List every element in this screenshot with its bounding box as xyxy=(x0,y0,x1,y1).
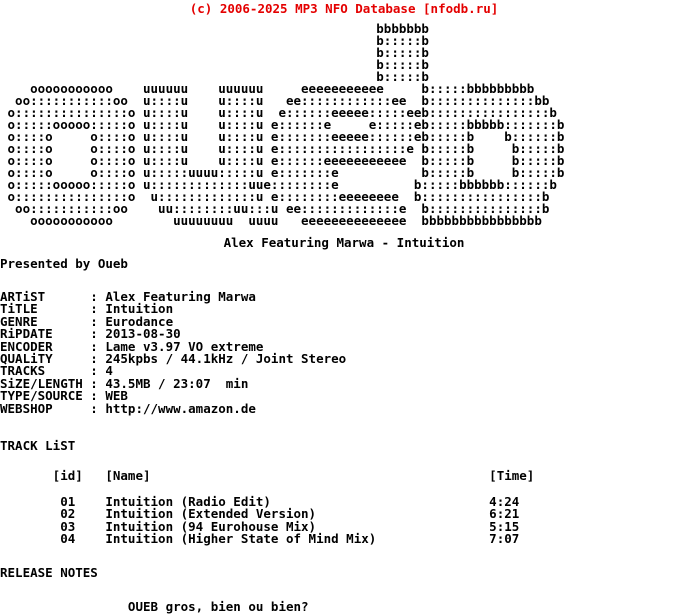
tracklist-heading: TRACK LiST xyxy=(0,438,76,454)
metadata-block: ARTiST : Alex Featuring Marwa TiTLE : In… xyxy=(0,289,347,416)
ascii-art-oueb: bbbbbbb b:::::b b:::::b b:::::b b:::::b … xyxy=(7,21,565,228)
presented-by-line: Presented by Oueb xyxy=(0,256,128,271)
nfo-page: (c) 2006-2025 MP3 NFO Database [nfodb.ru… xyxy=(0,0,688,613)
release-notes-heading: RELEASE NOTES xyxy=(0,564,98,580)
ascii-art-banner: bbbbbbb b:::::b b:::::b b:::::b b:::::b … xyxy=(0,21,688,228)
tracklist-rows: 01 Intuition (Radio Edit) 4:24 02 Intuit… xyxy=(60,494,520,547)
tracklist-column-headers: [id] [Name] [Time] xyxy=(0,468,535,484)
nfo-database-header: (c) 2006-2025 MP3 NFO Database [nfodb.ru… xyxy=(189,1,499,16)
release-title: Alex Featuring Marwa - Intuition xyxy=(223,235,465,250)
